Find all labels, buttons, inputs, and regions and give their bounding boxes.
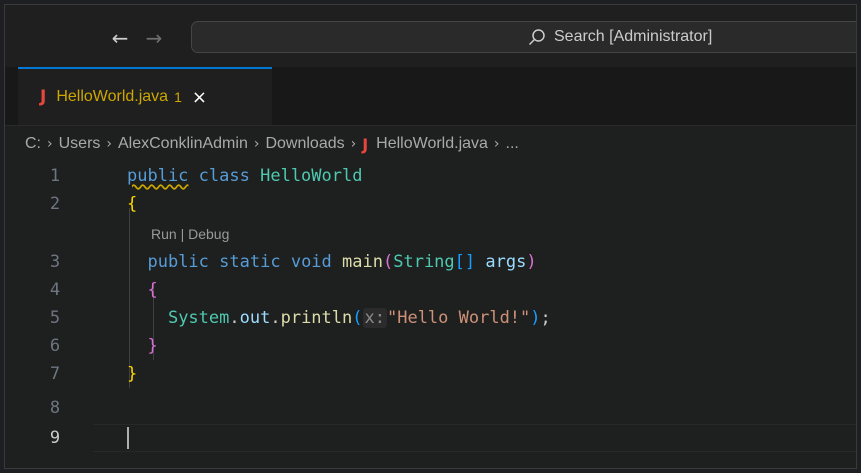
java-file-icon: J [40,87,47,107]
chevron-right-icon: › [253,136,260,152]
line-number: 7 [49,364,61,384]
close-paren: ) [526,252,537,272]
breadcrumb-symbols[interactable]: ... [506,135,519,153]
line-number: 6 [49,336,61,356]
line-number-active: 9 [49,428,61,448]
code-line-2: 2 { [5,190,856,218]
code-text: public class HelloWorld [127,162,362,190]
line-number: 5 [49,308,61,328]
code-line-1: 1 public class HelloWorld [5,162,856,190]
chevron-right-icon: › [47,136,53,152]
param-name: args [485,252,527,272]
code-line-3: 3 public static void main(String[] args) [5,248,856,276]
field-name: out [239,308,271,328]
close-paren: ) [530,308,541,328]
close-brace: } [147,336,158,356]
method-name: main [342,252,383,272]
chevron-right-icon: › [493,136,500,152]
code-line-9: 9 [5,424,856,452]
line-number: 8 [49,398,61,418]
breadcrumb-drive[interactable]: C: [25,135,41,153]
keyword-void: void [290,252,332,272]
tab-helloworld-java[interactable]: J HelloWorld.java 1 × [18,67,272,125]
code-text: { [127,190,137,218]
breadcrumb: C: › Users › AlexConklinAdmin › Download… [25,133,519,155]
code-line-4: 4 { [5,276,856,304]
open-brace: { [147,280,158,300]
breadcrumb-user-folder[interactable]: AlexConklinAdmin [118,135,248,153]
search-icon [528,28,546,46]
breadcrumb-users[interactable]: Users [59,135,101,153]
line-number: 4 [49,280,61,300]
inlay-hint: x: [362,308,387,328]
command-center-search[interactable]: Search [Administrator] [191,21,856,53]
class-name: HelloWorld [260,166,363,186]
forward-arrow-icon[interactable]: → [143,27,165,49]
codelens: Run | Debug [151,224,229,244]
code-text: System.out.println(x: "Hello World!"); [127,304,551,332]
code-text: } [127,332,158,360]
keyword-public: public [127,166,189,186]
open-brace: { [127,194,138,214]
code-line-7: 7 } [5,360,856,388]
dot: . [229,308,240,328]
code-text: } [127,360,137,388]
open-paren: ( [382,252,394,272]
title-bar: ← → Search [Administrator] [5,5,856,67]
java-file-icon: J [362,134,369,154]
problem-count-badge: 1 [174,89,182,105]
debug-codelens[interactable]: Debug [188,226,229,242]
method-name: println [280,308,353,328]
type-name: String [393,252,455,272]
string-literal: "Hello World!" [386,308,531,328]
vscode-window: ← → Search [Administrator] J HelloWorld.… [4,4,857,469]
editor-tab-bar: J HelloWorld.java 1 × [5,67,856,126]
code-line-8: 8 [5,394,856,422]
code-text: public static void main(String[] args) [127,248,537,276]
run-codelens[interactable]: Run [151,226,177,242]
code-line-5: 5 System.out.println(x: "Hello World!"); [5,304,856,332]
chevron-right-icon: › [350,136,357,152]
keyword-class: class [198,166,250,186]
codelens-divider: | [176,226,189,242]
line-number: 2 [49,194,61,214]
tab-label: HelloWorld.java [56,88,169,105]
code-editor[interactable]: 1 public class HelloWorld 2 { Run | Debu… [5,160,856,468]
breadcrumb-file[interactable]: HelloWorld.java [376,135,488,153]
code-line-6: 6 } [5,332,856,360]
dot: . [270,308,281,328]
semicolon: ; [540,308,551,328]
search-content: Search [Administrator] [528,28,712,46]
class-name: System [167,308,230,328]
chevron-right-icon: › [106,136,112,152]
keyword-public: public [147,252,209,272]
back-arrow-icon[interactable]: ← [109,27,131,49]
breadcrumb-downloads[interactable]: Downloads [265,135,344,153]
text-cursor [127,427,129,449]
close-brace: } [127,364,138,384]
array-brackets: [] [454,252,476,272]
close-icon[interactable]: × [192,87,207,108]
open-paren: ( [352,308,363,328]
line-number: 1 [49,166,61,186]
keyword-static: static [219,252,281,272]
code-text: { [127,276,158,304]
search-label: Search [Administrator] [554,28,713,45]
line-number: 3 [49,252,61,272]
